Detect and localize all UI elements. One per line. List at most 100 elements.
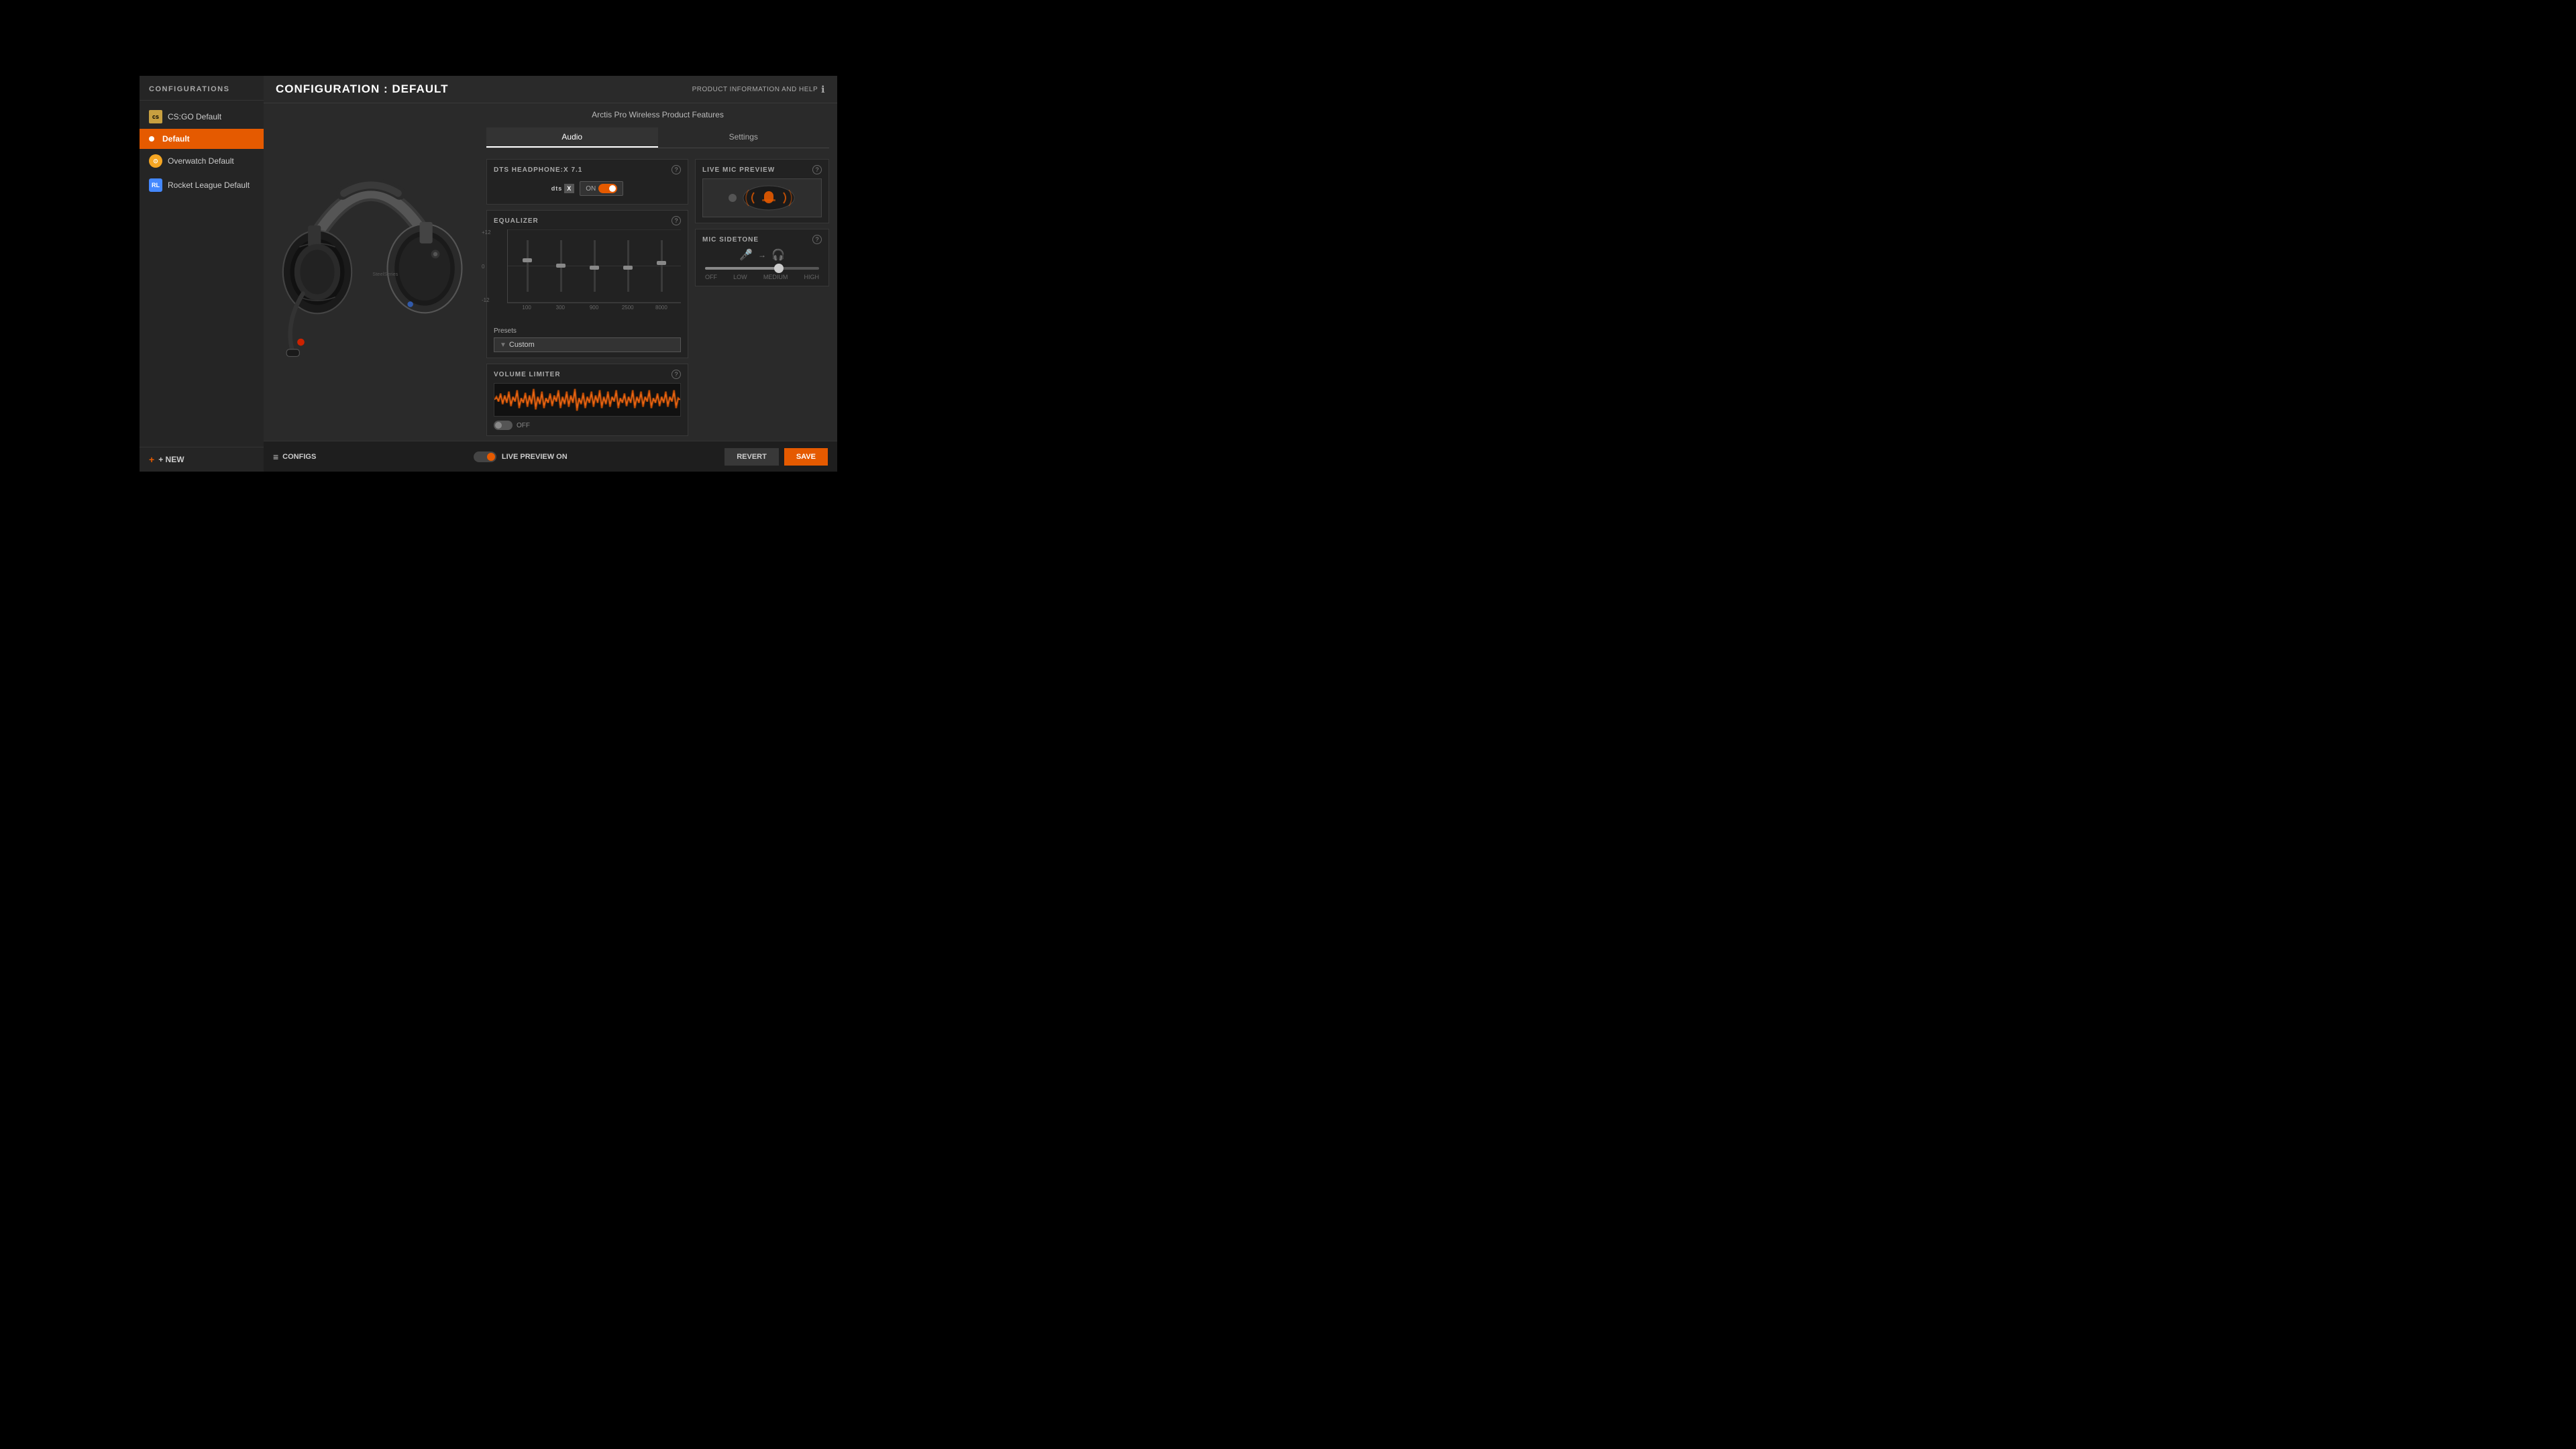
dts-toggle-container: ON: [580, 181, 623, 196]
volume-limiter-header: VOLUME LIMITER ?: [494, 370, 681, 379]
sidebar-item-csgo[interactable]: cs CS:GO Default: [140, 105, 264, 129]
mic-preview-label: LIVE MIC PREVIEW: [702, 166, 775, 174]
dts-text: dts: [551, 185, 563, 192]
eq-y-mid: 0: [482, 264, 491, 270]
volume-limiter-label: VOLUME LIMITER: [494, 371, 561, 378]
volume-limiter-help-icon[interactable]: ?: [672, 370, 681, 379]
freq-label-100: 100: [510, 305, 543, 311]
active-indicator: [149, 136, 154, 142]
tab-settings[interactable]: Settings: [658, 127, 830, 148]
sidebar-item-overwatch[interactable]: ⊙ Overwatch Default: [140, 149, 264, 173]
volume-limiter-toggle[interactable]: [494, 421, 513, 430]
presets-dropdown[interactable]: ▼ Custom: [494, 337, 681, 352]
sidetone-level-off: OFF: [705, 274, 717, 280]
mic-icon: 🎤: [739, 248, 753, 262]
volume-limiter-toggle-knob: [495, 422, 502, 429]
sidebar-item-label-default: Default: [162, 134, 190, 144]
tabs-container: Audio Settings: [486, 127, 829, 148]
top-bar: CONFIGURATION : DEFAULT PRODUCT INFORMAT…: [264, 76, 837, 103]
dts-toggle-knob: [609, 185, 616, 192]
arrow-icon: →: [758, 250, 766, 260]
sidebar-item-default[interactable]: Default: [140, 129, 264, 149]
page-title: CONFIGURATION : DEFAULT: [276, 83, 449, 96]
dts-help-icon[interactable]: ?: [672, 165, 681, 174]
panel-right: LIVE MIC PREVIEW ?: [695, 159, 829, 436]
bottom-bar: ≡ CONFIGS LIVE PREVIEW ON REVERT SAVE: [264, 441, 837, 472]
equalizer-section: EQUALIZER ? +12 0 -12: [486, 210, 688, 358]
mic-preview-header: LIVE MIC PREVIEW ?: [702, 165, 822, 174]
eq-slider-2500[interactable]: [611, 235, 645, 297]
dts-toggle-label: ON: [586, 185, 596, 193]
new-configuration-button[interactable]: + + NEW: [149, 454, 254, 465]
configs-button[interactable]: ≡ CONFIGS: [273, 451, 316, 462]
sidebar-items: cs CS:GO Default Default ⊙ Overwatch Def…: [140, 101, 264, 447]
configs-button-label: CONFIGS: [282, 453, 316, 461]
eq-slider-900[interactable]: [578, 235, 611, 297]
csgo-icon: cs: [149, 110, 162, 123]
panel-left: DTS HEADPHONE:X 7.1 ? dts X ON: [486, 159, 688, 436]
mic-preview-section: LIVE MIC PREVIEW ?: [695, 159, 829, 223]
eq-slider-8000[interactable]: [645, 235, 678, 297]
eq-slider-300[interactable]: [544, 235, 578, 297]
dts-toggle-switch[interactable]: [598, 184, 617, 193]
sidetone-levels: OFF LOW MEDIUM HIGH: [705, 274, 819, 280]
sidetone-slider-container: OFF LOW MEDIUM HIGH: [702, 267, 822, 280]
sidetone-thumb[interactable]: [774, 264, 784, 273]
sidebar: CONFIGURATIONS cs CS:GO Default Default …: [140, 76, 264, 472]
sidetone-fill: [705, 267, 780, 270]
sidetone-track[interactable]: [705, 267, 819, 270]
volume-limiter-toggle-row: OFF: [494, 421, 681, 430]
sidebar-item-label-rocket: Rocket League Default: [168, 180, 250, 190]
product-features-title: Arctis Pro Wireless Product Features: [486, 110, 829, 119]
sidebar-title: CONFIGURATIONS: [140, 76, 264, 101]
eq-header: EQUALIZER ?: [494, 216, 681, 225]
eq-sliders: [511, 232, 678, 300]
info-icon: ℹ: [821, 84, 825, 95]
sidebar-item-label-csgo: CS:GO Default: [168, 112, 221, 121]
eq-y-top: +12: [482, 229, 491, 235]
plus-icon: +: [149, 454, 154, 465]
svg-text:SteelSeries: SteelSeries: [372, 271, 398, 277]
eq-help-icon[interactable]: ?: [672, 216, 681, 225]
tab-audio[interactable]: Audio: [486, 127, 658, 148]
mic-sidetone-header: MIC SIDETONE ?: [702, 235, 822, 244]
sidetone-icons-row: 🎤 → 🎧: [702, 248, 822, 262]
mic-sidetone-section: MIC SIDETONE ? 🎤 → 🎧: [695, 229, 829, 286]
freq-label-2500: 2500: [611, 305, 645, 311]
presets-value: Custom: [509, 341, 675, 349]
eq-y-labels: +12 0 -12: [482, 229, 491, 303]
headset-image: SteelSeries: [264, 103, 478, 441]
eq-slider-100[interactable]: [511, 235, 544, 297]
eq-freq-labels: 100 300 900 2500 8000: [494, 303, 681, 311]
sidebar-item-rocket[interactable]: RL Rocket League Default: [140, 173, 264, 197]
mic-indicator-dot: [729, 194, 737, 202]
dts-header: DTS HEADPHONE:X 7.1 ?: [494, 165, 681, 174]
panels-row: DTS HEADPHONE:X 7.1 ? dts X ON: [486, 159, 829, 436]
sidebar-item-label-overwatch: Overwatch Default: [168, 156, 234, 166]
mic-preview-help-icon[interactable]: ?: [812, 165, 822, 174]
main-content: CONFIGURATION : DEFAULT PRODUCT INFORMAT…: [264, 76, 837, 472]
headset-area: SteelSeries: [264, 103, 478, 441]
live-preview-toggle[interactable]: [474, 451, 496, 462]
dts-logo: dts X: [551, 184, 575, 193]
revert-button[interactable]: REVERT: [724, 448, 779, 466]
rocket-icon: RL: [149, 178, 162, 192]
freq-label-300: 300: [543, 305, 577, 311]
action-buttons: REVERT SAVE: [724, 448, 828, 466]
sidebar-footer: + + NEW: [140, 447, 264, 472]
presets-container: Presets ▼ Custom: [494, 327, 681, 352]
freq-label-8000: 8000: [645, 305, 678, 311]
dts-x-badge: X: [564, 184, 574, 193]
mic-sidetone-help-icon[interactable]: ?: [812, 235, 822, 244]
mic-wave-visualization: [742, 184, 796, 211]
live-preview-container: LIVE PREVIEW ON: [474, 451, 568, 462]
product-info-link[interactable]: PRODUCT INFORMATION AND HELP ℹ: [692, 84, 825, 95]
save-button[interactable]: SAVE: [784, 448, 828, 466]
new-button-label: + NEW: [158, 455, 184, 464]
right-panel: Arctis Pro Wireless Product Features Aud…: [478, 103, 837, 441]
freq-label-900: 900: [577, 305, 610, 311]
mic-sidetone-label: MIC SIDETONE: [702, 236, 759, 244]
configs-grid-icon: ≡: [273, 451, 278, 462]
presets-label: Presets: [494, 327, 681, 335]
mic-preview-box: [702, 178, 822, 217]
